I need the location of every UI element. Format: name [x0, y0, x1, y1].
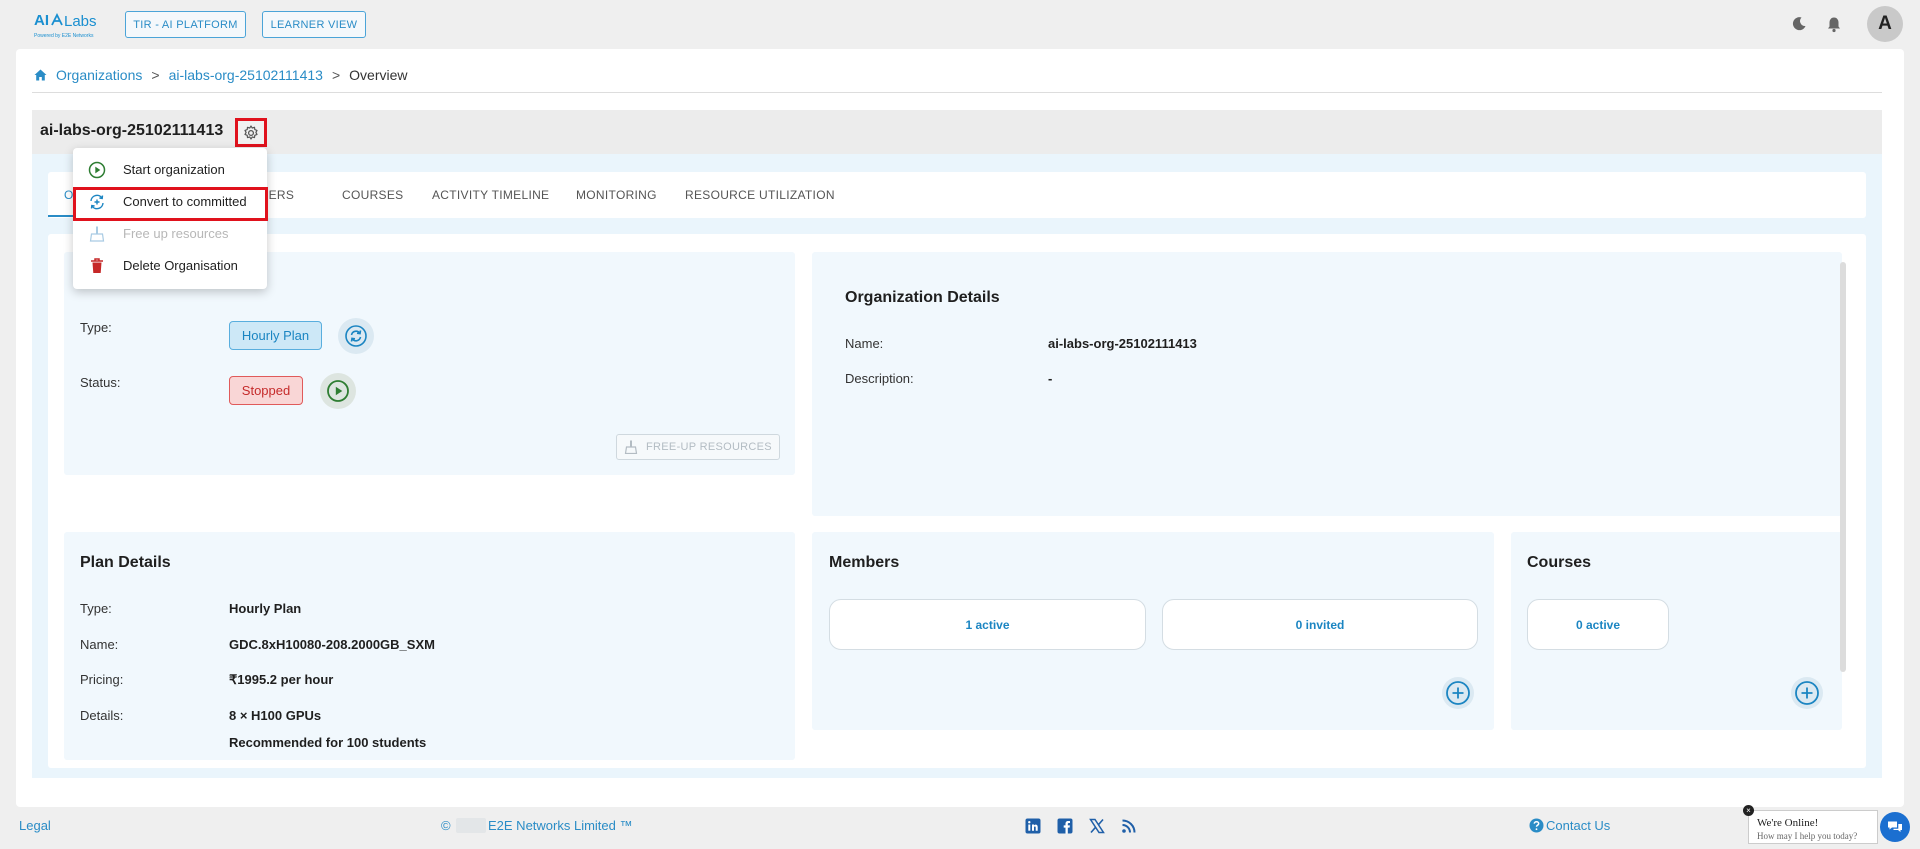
org-title: ai-labs-org-25102111413 — [40, 122, 224, 139]
breadcrumb-separator: > — [331, 67, 341, 83]
plan-details-label: Details: — [80, 708, 124, 723]
plus-circle-icon — [1795, 681, 1819, 705]
tab-activity-timeline[interactable]: ACTIVITY TIMELINE — [432, 188, 549, 202]
chat-icon — [1888, 821, 1902, 832]
members-invited-count[interactable]: 0 invited — [1162, 599, 1478, 650]
plan-pricing-value: ₹1995.2 per hour — [229, 672, 334, 687]
user-avatar[interactable]: A — [1867, 6, 1903, 42]
members-active-count[interactable]: 1 active — [829, 599, 1146, 650]
org-header-band — [32, 110, 1882, 154]
menu-item-label: Free up resources — [123, 226, 229, 241]
x-twitter-icon[interactable] — [1088, 817, 1105, 834]
breadcrumb: Organizations > ai-labs-org-25102111413 … — [34, 67, 408, 83]
footer-legal-link[interactable]: Legal — [19, 818, 51, 833]
tab-monitoring[interactable]: MONITORING — [576, 188, 657, 202]
divider — [32, 92, 1882, 93]
footer-contact-link[interactable]: Contact Us — [1546, 818, 1610, 833]
footer-year-redacted — [456, 818, 486, 833]
plan-gpu-value: 8 × H100 GPUs — [229, 708, 322, 723]
learner-view-button[interactable]: LEARNER VIEW — [262, 11, 366, 38]
menu-item-label: Start organization — [123, 162, 225, 177]
sync-icon — [345, 325, 367, 347]
notifications-bell-icon[interactable] — [1824, 14, 1844, 34]
breadcrumb-org[interactable]: ai-labs-org-25102111413 — [169, 67, 323, 83]
dark-mode-icon[interactable] — [1789, 14, 1809, 34]
breadcrumb-separator: > — [151, 67, 160, 83]
logo-text-ai: AI — [34, 12, 49, 29]
org-description-label: Description: — [845, 371, 914, 386]
type-label: Type: — [80, 320, 112, 335]
chat-bubble-button[interactable] — [1880, 812, 1910, 842]
plan-type-value: Hourly Plan — [229, 601, 302, 616]
plan-type-chip: Hourly Plan — [229, 321, 322, 350]
logo-text-labs: Labs — [64, 13, 97, 30]
tir-ai-platform-button[interactable]: TIR - AI PLATFORM — [125, 11, 246, 38]
rss-icon[interactable] — [1120, 817, 1137, 834]
plan-pricing-label: Pricing: — [80, 672, 124, 687]
menu-item-start-organization[interactable]: Start organization — [73, 154, 267, 185]
menu-item-free-up-resources[interactable]: Free up resources — [73, 218, 267, 249]
chat-subtitle: How may I help you today? — [1757, 831, 1858, 841]
linkedin-icon[interactable] — [1024, 817, 1041, 834]
org-details-title: Organization Details — [845, 289, 1000, 306]
courses-title: Courses — [1527, 554, 1592, 571]
logo-mark-icon — [51, 13, 63, 26]
status-label: Status: — [80, 375, 121, 390]
start-button[interactable] — [320, 373, 356, 409]
play-circle-icon — [87, 160, 107, 180]
facebook-icon[interactable] — [1056, 817, 1073, 834]
menu-item-label: Delete Organisation — [123, 258, 238, 273]
ai-labs-logo[interactable]: AI Labs Powered by E2E Networks — [32, 12, 100, 42]
menu-item-delete-organisation[interactable]: Delete Organisation — [73, 250, 267, 281]
home-icon[interactable] — [34, 69, 47, 81]
plan-details-title: Plan Details — [80, 554, 171, 571]
plan-type-label: Type: — [80, 601, 112, 616]
plan-name-label: Name: — [80, 637, 119, 652]
tab-strip — [48, 172, 1866, 218]
scrollbar[interactable] — [1840, 262, 1846, 672]
broom-icon — [624, 440, 638, 454]
members-title: Members — [829, 554, 900, 571]
chat-widget[interactable]: We're Online! How may I help you today? — [1748, 810, 1878, 844]
chat-close-icon[interactable]: × — [1743, 805, 1754, 816]
add-member-button[interactable] — [1442, 677, 1474, 709]
chat-title: We're Online! — [1757, 817, 1819, 829]
change-plan-button[interactable] — [338, 318, 374, 354]
logo-subtitle: Powered by E2E Networks — [34, 33, 94, 39]
org-description-value: - — [1048, 371, 1053, 386]
tab-resource-utilization[interactable]: RESOURCE UTILIZATION — [685, 188, 835, 202]
plan-name-value: GDC.8xH10080-208.2000GB_SXM — [229, 637, 435, 652]
plus-circle-icon — [1446, 681, 1470, 705]
org-name-value: ai-labs-org-25102111413 — [1048, 336, 1197, 351]
breadcrumb-current: Overview — [349, 67, 408, 83]
add-course-button[interactable] — [1791, 677, 1823, 709]
plan-recommendation-value: Recommended for 100 students — [229, 735, 427, 750]
courses-active-count[interactable]: 0 active — [1527, 599, 1669, 650]
broom-icon — [87, 224, 107, 244]
highlight-box — [73, 187, 268, 221]
free-up-resources-label: FREE-UP RESOURCES — [646, 441, 772, 453]
help-icon[interactable] — [1528, 817, 1545, 834]
footer-copyright-symbol: © — [441, 818, 451, 833]
footer-company: E2E Networks Limited ™ — [488, 818, 633, 833]
trash-icon — [87, 256, 107, 276]
org-settings-button[interactable] — [235, 118, 267, 147]
play-circle-icon — [327, 380, 349, 402]
org-name-label: Name: — [845, 336, 884, 351]
gear-icon — [244, 124, 258, 140]
tab-courses[interactable]: COURSES — [342, 188, 403, 202]
free-up-resources-button[interactable]: FREE-UP RESOURCES — [616, 434, 780, 460]
breadcrumb-organizations[interactable]: Organizations — [56, 67, 142, 83]
status-chip: Stopped — [229, 376, 303, 405]
